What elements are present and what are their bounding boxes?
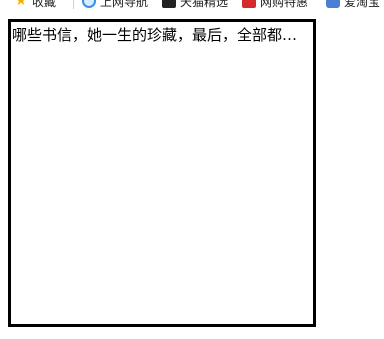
bookmark-item-4[interactable]: 爱淘宝 xyxy=(326,0,380,9)
browser-circle-icon xyxy=(82,0,96,8)
bookmark-label: 爱淘宝 xyxy=(344,0,381,9)
bookmarks-bar: ★ 收藏 上网导航 天猫精选 网购特惠 爱淘宝 xyxy=(0,0,384,9)
bookmark-favorites[interactable]: ★ 收藏 xyxy=(14,0,56,9)
text-box: 哪些书信，她一生的珍藏，最后，全部都交给了我，我一封一封地读完了 xyxy=(8,19,316,327)
dark-square-icon xyxy=(162,0,176,8)
star-icon: ★ xyxy=(14,0,28,9)
bookmark-label: 收藏 xyxy=(32,0,57,9)
blue-rounded-icon xyxy=(326,0,340,8)
red-square-icon xyxy=(242,0,256,8)
truncated-text: 哪些书信，她一生的珍藏，最后，全部都交给了我，我一封一封地读完了 xyxy=(12,26,302,44)
bookmark-item-2[interactable]: 天猫精选 xyxy=(162,0,228,9)
bookmark-separator xyxy=(73,0,74,9)
bookmark-label: 网购特惠 xyxy=(260,0,309,9)
bookmark-item-1[interactable]: 上网导航 xyxy=(82,0,148,9)
bookmark-label: 上网导航 xyxy=(100,0,149,9)
bookmark-label: 天猫精选 xyxy=(180,0,229,9)
bookmark-item-3[interactable]: 网购特惠 xyxy=(242,0,308,9)
